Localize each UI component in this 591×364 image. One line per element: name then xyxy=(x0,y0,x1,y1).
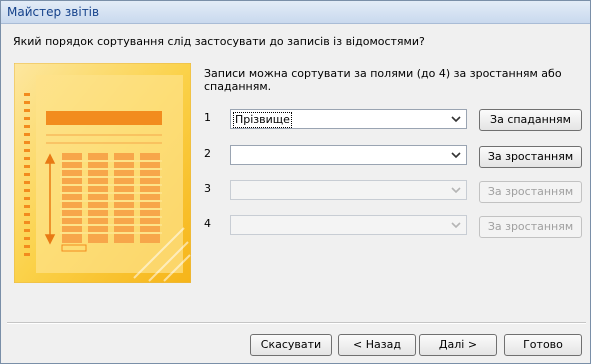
sort-order-2-button[interactable]: За зростанням xyxy=(479,146,582,168)
sort-field-1-select[interactable]: Прізвище xyxy=(230,109,467,129)
sort-hint-text: Записи можна сортувати за полями (до 4) … xyxy=(204,67,562,93)
sort-field-3-select[interactable] xyxy=(230,180,467,200)
sort-order-1-button[interactable]: За спаданням xyxy=(479,109,582,131)
back-button[interactable]: < Назад xyxy=(338,334,416,356)
sort-row-3-number: 3 xyxy=(204,182,211,195)
sort-row-1-number: 1 xyxy=(204,111,211,124)
sort-row-2-number: 2 xyxy=(204,147,211,160)
title-bar: Майстер звітів xyxy=(1,1,590,24)
sort-row-4-number: 4 xyxy=(204,217,211,230)
cancel-button[interactable]: Скасувати xyxy=(250,334,332,356)
window-title: Майстер звітів xyxy=(7,5,100,19)
footer-divider xyxy=(7,322,586,324)
next-button[interactable]: Далі > xyxy=(419,334,497,356)
chevron-down-icon xyxy=(451,152,461,159)
sort-order-4-button[interactable]: За зростанням xyxy=(479,216,582,238)
chevron-down-icon xyxy=(451,116,461,123)
finish-button[interactable]: Готово xyxy=(504,334,582,356)
sort-field-4-select[interactable] xyxy=(230,215,467,235)
chevron-down-icon xyxy=(451,187,461,194)
report-wizard-window: Майстер звітів Який порядок сортування с… xyxy=(0,0,591,364)
question-text: Який порядок сортування слід застосувати… xyxy=(13,35,425,48)
sort-field-2-select[interactable] xyxy=(230,145,467,165)
chevron-down-icon xyxy=(451,222,461,229)
sort-field-1-value: Прізвище xyxy=(233,112,292,128)
sort-order-3-button[interactable]: За зростанням xyxy=(479,181,582,203)
report-sort-illustration xyxy=(14,63,191,283)
